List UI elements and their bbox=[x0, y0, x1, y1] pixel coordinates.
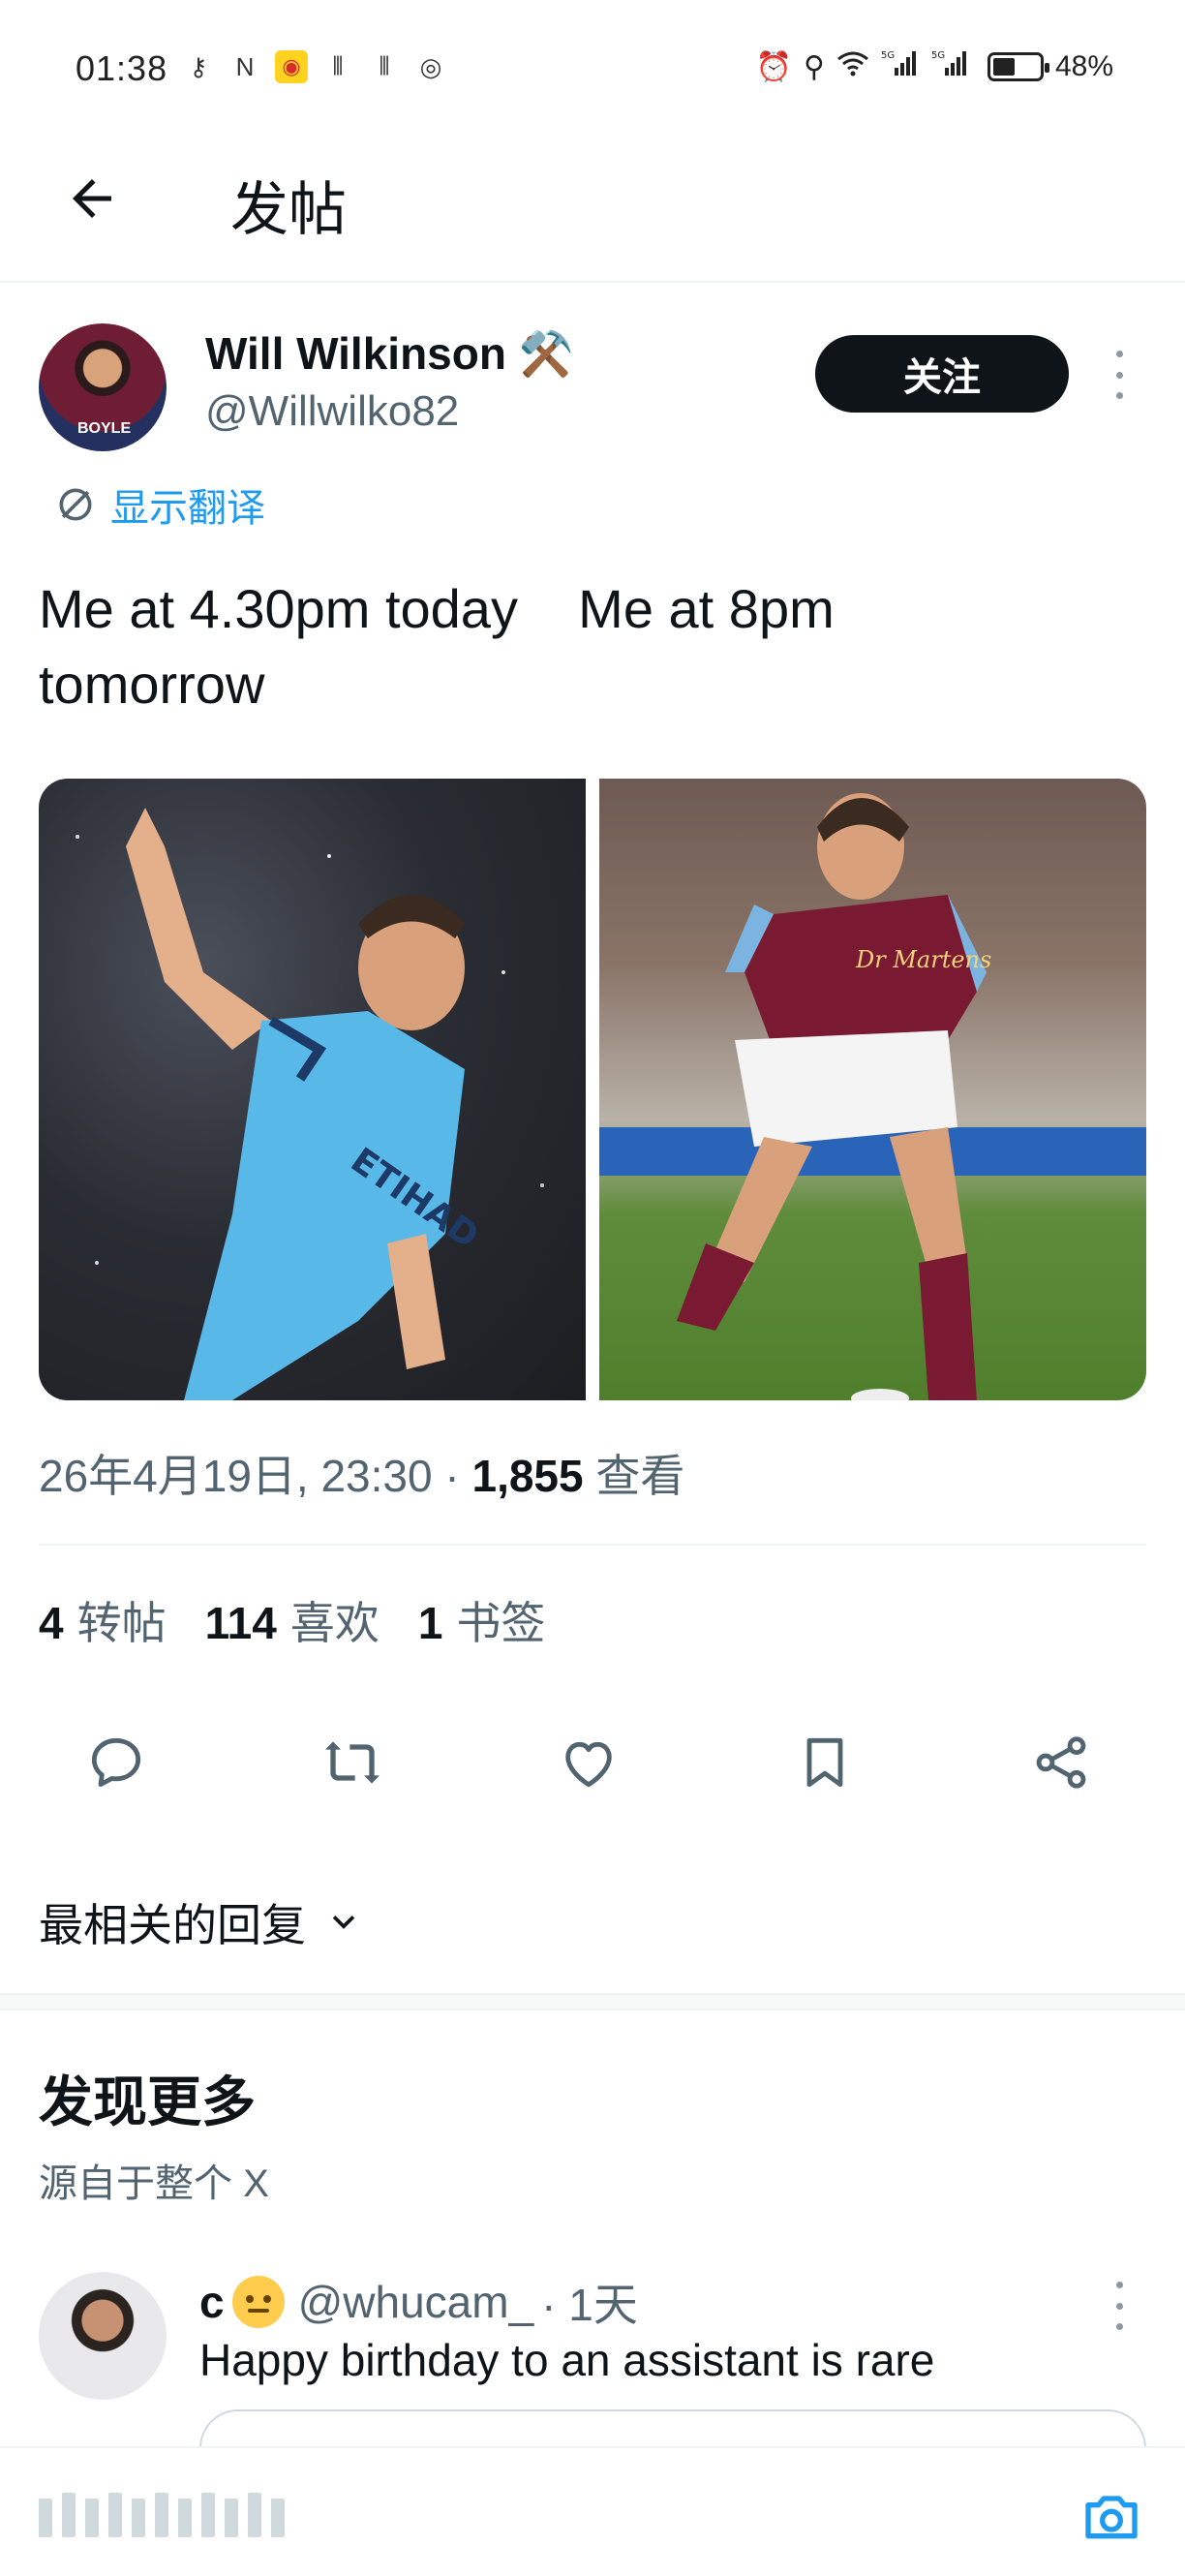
camera-icon bbox=[1085, 2496, 1138, 2539]
photo-right[interactable]: Dr Martens bbox=[599, 779, 1146, 1400]
svg-text:Dr Martens: Dr Martens bbox=[855, 946, 991, 973]
like-button[interactable] bbox=[550, 1724, 627, 1801]
recommended-post-time: · 1天 bbox=[541, 2280, 638, 2330]
share-button[interactable] bbox=[1022, 1724, 1100, 1801]
share-icon bbox=[1036, 1736, 1086, 1789]
key-icon: ⚷ bbox=[189, 51, 208, 81]
views-label: 查看 bbox=[595, 1451, 685, 1501]
status-time: 01:38 bbox=[76, 48, 168, 88]
camera-button[interactable] bbox=[1077, 2483, 1146, 2553]
recommended-author-name[interactable]: c bbox=[199, 2276, 225, 2328]
svg-text:5G: 5G bbox=[881, 50, 895, 61]
reply-input-placeholder[interactable] bbox=[39, 2493, 285, 2537]
post-text: Me at 4.30pm today Me at 8pm tomorrow bbox=[39, 578, 835, 715]
recommended-post-header: c @whucam_ · 1天 bbox=[199, 2270, 638, 2334]
post-timestamp[interactable]: 26年4月19日, 23:30 bbox=[39, 1451, 433, 1501]
reply-composer-bar bbox=[0, 2446, 1185, 2576]
divider bbox=[39, 1544, 1146, 1546]
app-icon: ⫴ bbox=[379, 51, 390, 80]
page-title: 发帖 bbox=[230, 177, 347, 242]
instagram-icon: ◎ bbox=[419, 51, 442, 81]
post-timestamp-views: 26年4月19日, 23:30 · 1,855 查看 bbox=[39, 1451, 685, 1501]
recommended-more-options-icon[interactable] bbox=[1108, 2282, 1131, 2330]
wifi-icon bbox=[836, 49, 869, 84]
battery-icon bbox=[987, 52, 1049, 81]
battery-percent: 48% bbox=[1054, 50, 1113, 82]
saluting-face-emoji bbox=[231, 2276, 285, 2328]
recommended-post-text: Happy birthday to an assistant is rare bbox=[199, 2335, 935, 2385]
author-avatar[interactable]: BOYLE bbox=[39, 323, 167, 451]
top-app-bar: 发帖 bbox=[0, 126, 1185, 283]
show-translation-link[interactable]: 显示翻译 bbox=[54, 476, 265, 533]
section-separator bbox=[0, 1993, 1185, 2010]
recommended-author-avatar[interactable] bbox=[39, 2272, 167, 2400]
location-icon: ⚲ bbox=[803, 50, 825, 83]
signal-icon: 5G bbox=[931, 48, 970, 85]
comment-icon bbox=[91, 1737, 141, 1788]
post-actions bbox=[0, 1724, 1185, 1801]
notification-icons: ⚷ N ◉ ⫴ ⫴ ◎ bbox=[182, 50, 447, 83]
reply-button[interactable] bbox=[77, 1724, 155, 1801]
heart-icon bbox=[565, 1741, 612, 1788]
photo-left[interactable]: ETIHAD bbox=[39, 779, 586, 1400]
discover-more-title: 发现更多 bbox=[39, 2071, 256, 2132]
post-media[interactable]: ETIHAD Dr Martens bbox=[39, 779, 1146, 1400]
chevron-down-icon bbox=[332, 1916, 355, 1929]
alarm-icon: ⏰ bbox=[755, 50, 792, 83]
reposts-stat[interactable]: 4 转帖 bbox=[39, 1588, 167, 1652]
translate-icon bbox=[59, 488, 92, 521]
views-count: 1,855 bbox=[471, 1451, 584, 1501]
app-icon: ⫴ bbox=[332, 51, 344, 80]
recommended-author-handle[interactable]: @whucam_ bbox=[298, 2276, 534, 2328]
follow-button[interactable]: 关注 bbox=[815, 335, 1069, 413]
system-icons: ⏰ ⚲ 5G 5G 48% bbox=[756, 48, 1113, 85]
weibo-icon: ◉ bbox=[275, 50, 308, 83]
back-button[interactable] bbox=[58, 165, 126, 232]
repost-icon bbox=[325, 1741, 380, 1784]
signal-icon: 5G bbox=[881, 48, 920, 85]
author-name[interactable]: Will Wilkinson ⚒️ bbox=[205, 327, 574, 381]
hammer-pick-emoji: ⚒️ bbox=[518, 328, 575, 379]
replies-sort-dropdown[interactable]: 最相关的回复 bbox=[39, 1890, 360, 1954]
bookmark-button[interactable] bbox=[786, 1724, 864, 1801]
nfc-icon: N bbox=[235, 51, 255, 81]
arrow-left-icon bbox=[73, 179, 111, 218]
likes-stat[interactable]: 114 喜欢 bbox=[205, 1588, 380, 1652]
status-bar: 01:38 ⚷ N ◉ ⫴ ⫴ ◎ ⏰ ⚲ 5G 5G 48% bbox=[0, 0, 1185, 126]
bookmark-icon bbox=[806, 1737, 843, 1788]
svg-text:5G: 5G bbox=[931, 50, 945, 61]
repost-button[interactable] bbox=[314, 1724, 391, 1801]
author-handle[interactable]: @Willwilko82 bbox=[205, 387, 459, 436]
player-dribbling-image: Dr Martens bbox=[599, 793, 1146, 1400]
more-options-icon[interactable] bbox=[1108, 351, 1131, 399]
post-stats: 4 转帖 114 喜欢 1 书签 bbox=[39, 1588, 545, 1652]
bookmarks-stat[interactable]: 1 书签 bbox=[418, 1588, 546, 1652]
player-thumbs-up-image: ETIHAD bbox=[76, 808, 544, 1400]
discover-more-subtitle: 源自于整个 X bbox=[39, 2162, 269, 2205]
